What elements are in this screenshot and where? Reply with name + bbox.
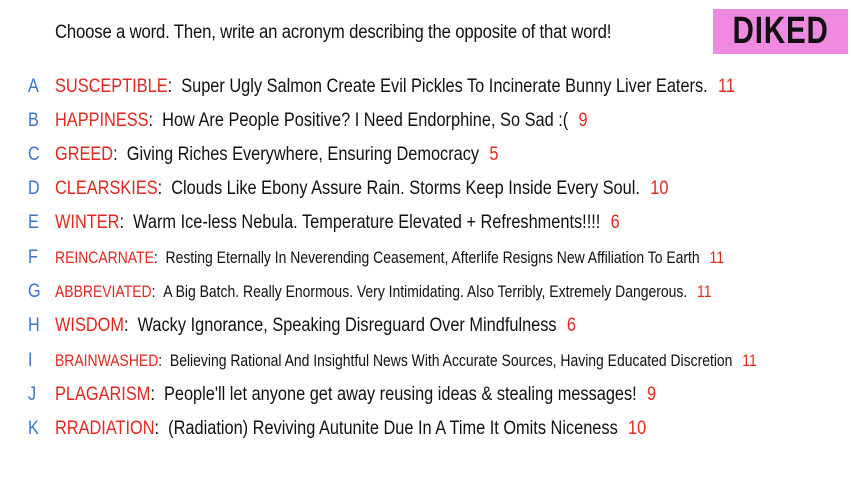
entry-word: PLAGARISM (55, 384, 151, 405)
entry-letter: B (28, 110, 39, 131)
entry-letter-count: 10 (650, 178, 669, 199)
entry-letter-count: 11 (718, 76, 735, 97)
entry-word: SUSCEPTIBLE (55, 76, 168, 97)
entry-j: J PLAGARISM: People'll let anyone get aw… (0, 382, 853, 408)
entry-acronym: (Radiation) Reviving Autunite Due In A T… (168, 418, 618, 439)
entry-letter: K (28, 418, 39, 439)
entry-letter: F (28, 247, 38, 268)
entry-letter-count: 9 (647, 384, 657, 405)
entry-letter-count: 6 (610, 212, 620, 233)
entry-word: WINTER (55, 212, 120, 233)
entry-word: ABBREVIATED (55, 282, 152, 301)
entry-k: K RRADIATION: (Radiation) Reviving Autun… (0, 416, 853, 442)
entry-i: I BRAINWASHED: Believing Rational And In… (0, 348, 853, 374)
entry-acronym: Wacky Ignorance, Speaking Disreguard Ove… (137, 315, 557, 336)
entry-word: HAPPINESS (55, 110, 149, 131)
entry-c: C GREED: Giving Riches Everywhere, Ensur… (0, 142, 853, 168)
entry-acronym: How Are People Positive? I Need Endorphi… (162, 110, 569, 131)
entry-word: RRADIATION (55, 418, 155, 439)
instructions-text: Choose a word. Then, write an acronym de… (55, 22, 612, 43)
entry-letter: I (28, 350, 33, 371)
entry-e: E WINTER: Warm Ice-less Nebula. Temperat… (0, 210, 853, 236)
entry-acronym: People'll let anyone get away reusing id… (163, 384, 637, 405)
entry-word: GREED (55, 144, 114, 165)
entry-letter-count: 6 (566, 315, 577, 336)
entry-acronym: Warm Ice-less Nebula. Temperature Elevat… (133, 212, 601, 233)
entry-h: H WISDOM: Wacky Ignorance, Speaking Disr… (0, 313, 853, 339)
entry-word: BRAINWASHED (55, 351, 159, 370)
entry-acronym: Resting Eternally In Neverending Ceaseme… (165, 248, 700, 267)
entry-letter-count: 11 (742, 351, 757, 370)
entry-b: B HAPPINESS: How Are People Positive? I … (0, 108, 853, 134)
entry-letter-count: 9 (578, 110, 588, 131)
badge-label: DIKED (732, 10, 829, 52)
entry-letter: G (28, 281, 41, 302)
diked-badge: DIKED (713, 9, 848, 54)
entry-acronym: Giving Riches Everywhere, Ensuring Democ… (126, 144, 480, 165)
entry-letter-count: 10 (628, 418, 647, 439)
entry-acronym: Believing Rational And Insightful News W… (169, 351, 733, 370)
entry-letter: H (28, 315, 40, 336)
entry-word: WISDOM (55, 315, 124, 336)
entry-acronym: Clouds Like Ebony Assure Rain. Storms Ke… (171, 178, 640, 199)
entry-letter-count: 11 (709, 248, 724, 267)
entry-letter: D (28, 178, 40, 199)
entry-g: G ABBREVIATED: A Big Batch. Really Enorm… (0, 279, 853, 305)
entry-acronym: A Big Batch. Really Enormous. Very Intim… (163, 282, 688, 301)
entry-letter: E (28, 212, 39, 233)
entry-word: REINCARNATE (55, 248, 154, 267)
entry-letter: C (28, 144, 40, 165)
entry-letter-count: 11 (697, 282, 712, 301)
entry-letter: J (28, 384, 37, 405)
entry-letter: A (28, 76, 39, 97)
entry-f: F REINCARNATE: Resting Eternally In Neve… (0, 245, 853, 271)
entry-word: CLEARSKIES (55, 178, 158, 199)
entry-acronym: Super Ugly Salmon Create Evil Pickles To… (181, 76, 708, 97)
entry-d: D CLEARSKIES: Clouds Like Ebony Assure R… (0, 176, 853, 202)
entry-a: A SUSCEPTIBLE: Super Ugly Salmon Create … (0, 74, 853, 100)
entry-letter-count: 5 (489, 144, 499, 165)
